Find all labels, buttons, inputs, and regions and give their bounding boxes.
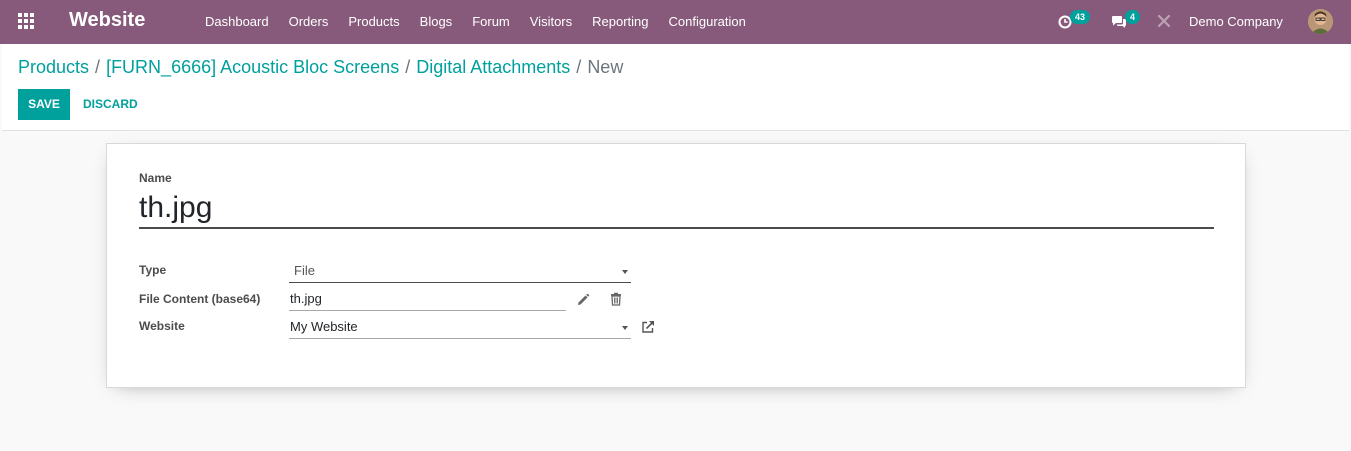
caret-down-icon bbox=[622, 326, 628, 330]
breadcrumb-separator: / bbox=[576, 57, 582, 77]
control-panel: Products / [FURN_6666] Acoustic Bloc Scree… bbox=[2, 44, 1349, 131]
top-navbar: Website Dashboard Orders Products Blogs … bbox=[0, 0, 1351, 44]
website-label: Website bbox=[139, 319, 185, 333]
app-title[interactable]: Website bbox=[69, 9, 145, 32]
breadcrumb-digital-attachments[interactable]: Digital Attachments bbox=[416, 57, 570, 77]
type-select[interactable]: File bbox=[289, 261, 631, 283]
activity-tray[interactable]: 43 bbox=[1058, 10, 1098, 34]
breadcrumb-products[interactable]: Products bbox=[18, 57, 89, 77]
menu-configuration[interactable]: Configuration bbox=[659, 0, 756, 44]
menu-blogs[interactable]: Blogs bbox=[410, 0, 463, 44]
breadcrumb-product[interactable]: [FURN_6666] Acoustic Bloc Screens bbox=[106, 57, 399, 77]
name-input[interactable] bbox=[139, 188, 1214, 229]
discard-button[interactable]: DISCARD bbox=[75, 89, 146, 120]
external-link-icon[interactable] bbox=[641, 320, 655, 334]
main-menu: Dashboard Orders Products Blogs Forum Vi… bbox=[195, 0, 756, 44]
menu-dashboard[interactable]: Dashboard bbox=[195, 0, 279, 44]
pencil-icon[interactable] bbox=[576, 293, 590, 307]
app-grid-icon[interactable] bbox=[18, 13, 36, 31]
menu-orders[interactable]: Orders bbox=[279, 0, 339, 44]
tools-icon[interactable] bbox=[1156, 13, 1172, 29]
activity-count-badge: 43 bbox=[1070, 10, 1091, 24]
menu-forum[interactable]: Forum bbox=[462, 0, 520, 44]
file-content-field[interactable]: th.jpg bbox=[289, 289, 566, 311]
user-avatar[interactable] bbox=[1308, 9, 1333, 34]
breadcrumb-current: New bbox=[587, 57, 624, 77]
caret-down-icon bbox=[622, 270, 628, 274]
menu-visitors[interactable]: Visitors bbox=[520, 0, 582, 44]
type-value: File bbox=[294, 263, 315, 278]
save-button[interactable]: SAVE bbox=[18, 89, 70, 120]
website-select[interactable]: My Website bbox=[289, 317, 631, 339]
message-count-badge: 4 bbox=[1125, 10, 1141, 24]
company-switcher[interactable]: Demo Company bbox=[1189, 14, 1283, 29]
menu-reporting[interactable]: Reporting bbox=[582, 0, 658, 44]
file-content-label: File Content (base64) bbox=[139, 292, 261, 306]
form-sheet: Name Type File File Content (base64) th.… bbox=[106, 143, 1246, 388]
website-value: My Website bbox=[290, 319, 358, 334]
type-label: Type bbox=[139, 263, 167, 277]
breadcrumb-separator: / bbox=[405, 57, 411, 77]
menu-products[interactable]: Products bbox=[338, 0, 409, 44]
messages-tray[interactable]: 4 bbox=[1111, 10, 1147, 34]
breadcrumb-separator: / bbox=[95, 57, 101, 77]
trash-icon[interactable] bbox=[609, 292, 623, 306]
file-content-value: th.jpg bbox=[290, 291, 322, 306]
name-label: Name bbox=[139, 171, 172, 185]
breadcrumb: Products / [FURN_6666] Acoustic Bloc Scree… bbox=[18, 57, 623, 78]
